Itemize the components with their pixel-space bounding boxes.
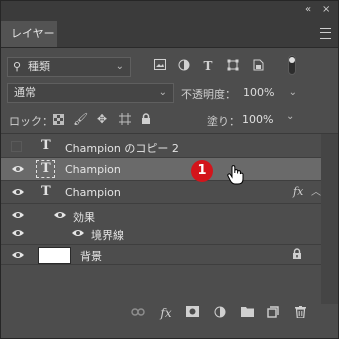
link-layers-icon[interactable] xyxy=(131,306,145,320)
layers-panel: « × レイヤー ⚲ 種類 ⌄ T 通常 ⌄ 不透明度： 100% ⌄ ロック：… xyxy=(0,0,339,339)
type-filter-icon[interactable]: T xyxy=(201,59,215,73)
layer-row-champion-selected[interactable]: T Champion xyxy=(1,158,321,181)
lock-position-icon[interactable]: ✥ xyxy=(95,112,109,126)
new-layer-icon[interactable] xyxy=(266,306,280,320)
fill-value[interactable]: 100% xyxy=(242,113,273,126)
layer-name: Champion xyxy=(65,186,121,199)
layer-name: Champion xyxy=(65,163,121,176)
divider xyxy=(1,133,338,134)
shape-filter-icon[interactable] xyxy=(226,59,240,73)
collapse-icon[interactable]: « xyxy=(305,4,311,15)
close-icon[interactable]: × xyxy=(322,4,330,15)
step-annotation-badge: 1 xyxy=(191,160,213,182)
stroke-effect-label: 境界線 xyxy=(91,229,124,242)
eye-icon[interactable] xyxy=(11,228,25,238)
eye-icon[interactable] xyxy=(11,187,25,197)
blend-mode-value: 通常 xyxy=(14,86,36,99)
opacity-value: 100% xyxy=(243,86,275,99)
lock-artboard-icon[interactable] xyxy=(118,113,132,127)
adjustment-filter-icon[interactable] xyxy=(177,59,191,73)
hand-cursor-icon xyxy=(227,165,244,185)
layer-name: 背景 xyxy=(80,250,102,263)
chevron-down-icon: ⌄ xyxy=(288,87,297,98)
lock-all-icon[interactable] xyxy=(139,113,153,127)
panel-menu-icon[interactable] xyxy=(320,28,331,39)
filter-row: ⚲ 種類 ⌄ T xyxy=(1,55,338,77)
text-layer-icon: T xyxy=(41,184,51,199)
group-folder-icon[interactable] xyxy=(240,306,254,320)
panel-top-bar: « × xyxy=(1,1,338,21)
tab-layers[interactable]: レイヤー xyxy=(1,21,57,47)
layer-row-champion-fx[interactable]: T Champion fx ︿ xyxy=(1,181,321,204)
text-layer-icon: T xyxy=(41,161,51,176)
filter-toggle-icon[interactable] xyxy=(285,55,299,75)
chevron-up-icon[interactable]: ︿ xyxy=(311,183,321,198)
visibility-toggle-off[interactable] xyxy=(11,141,22,152)
chevron-down-icon: ⌄ xyxy=(158,87,167,98)
search-icon: ⚲ xyxy=(13,60,22,73)
lock-label: ロック： xyxy=(9,115,53,128)
eye-icon[interactable] xyxy=(11,210,25,220)
background-thumbnail xyxy=(38,247,71,264)
lock-transparent-icon[interactable] xyxy=(51,114,65,128)
fill-label: 塗り： xyxy=(207,115,240,128)
lock-brush-icon[interactable]: 🖌 xyxy=(73,112,88,126)
chevron-down-icon[interactable]: ⌄ xyxy=(286,111,294,122)
blend-mode-select[interactable]: 通常 ⌄ xyxy=(7,83,174,103)
tab-bar: レイヤー xyxy=(1,21,338,48)
layers-scrollbar[interactable] xyxy=(321,134,338,304)
layer-name: Champion のコピー 2 xyxy=(65,142,179,155)
image-filter-icon[interactable] xyxy=(153,59,167,73)
fx-icon[interactable]: fx xyxy=(159,306,173,320)
layer-row-background[interactable]: 背景 xyxy=(1,245,321,265)
opacity-label: 不透明度： xyxy=(181,88,236,101)
lock-row: ロック： 🖌 ✥ 塗り： 100% ⌄ xyxy=(1,111,338,129)
text-layer-icon: T xyxy=(41,138,51,153)
eye-icon[interactable] xyxy=(11,164,25,174)
eye-icon[interactable] xyxy=(53,210,67,220)
bottom-toolbar: fx xyxy=(1,301,338,325)
filter-kind-label: 種類 xyxy=(28,60,50,73)
trash-icon[interactable] xyxy=(293,306,307,320)
filter-kind-select[interactable]: ⚲ 種類 ⌄ xyxy=(7,57,131,77)
smart-object-filter-icon[interactable] xyxy=(251,59,265,73)
stroke-effect-row[interactable]: 境界線 xyxy=(1,222,321,245)
lock-icon xyxy=(293,248,301,259)
opacity-field[interactable]: 100% ⌄ xyxy=(242,83,298,103)
fx-badge-icon: fx xyxy=(293,185,304,198)
blend-row: 通常 ⌄ 不透明度： 100% ⌄ xyxy=(1,83,338,103)
chevron-down-icon: ⌄ xyxy=(115,61,124,72)
adjustment-layer-icon[interactable] xyxy=(213,306,227,320)
mask-icon[interactable] xyxy=(185,306,199,320)
layer-row-champion-copy-2[interactable]: T Champion のコピー 2 xyxy=(1,135,321,158)
eye-icon[interactable] xyxy=(11,250,25,260)
eye-icon[interactable] xyxy=(71,228,85,238)
